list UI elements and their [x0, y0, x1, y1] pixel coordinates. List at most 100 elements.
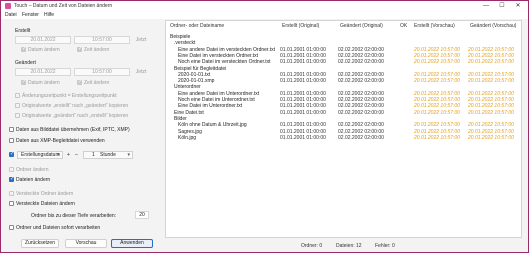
- created-cell: 01.01.2001 01:00:00: [280, 122, 326, 129]
- modified-date-change-checkbox[interactable]: [21, 79, 26, 85]
- chevron-down-icon: ▾: [57, 152, 60, 158]
- table-row[interactable]: Beispiele: [166, 34, 521, 40]
- file-name-cell: Köln.jpg: [178, 134, 197, 141]
- maximize-button[interactable]: ☐: [496, 2, 508, 10]
- created-cell: 01.01.2001 01:00:00: [280, 46, 326, 53]
- table-row[interactable]: Eine Datei im versteckten Ordner.txt 01.0…: [166, 53, 521, 59]
- copy-modified-to-created-checkbox[interactable]: [15, 113, 20, 118]
- created-time-field[interactable]: 10:57:00: [74, 36, 130, 44]
- file-name-cell: Eine andere Datei im versteckten Ordner.…: [178, 46, 275, 53]
- col-header-created-preview[interactable]: Erstellt (Vorschau): [414, 23, 455, 29]
- created-time-change-checkbox[interactable]: [77, 46, 82, 52]
- preview-button[interactable]: Vorschau: [65, 239, 107, 248]
- hidden-folders-checkbox[interactable]: [9, 191, 14, 196]
- modified-preview-cell: 20.01.2022 10:57:00: [468, 122, 514, 129]
- created-date-change-checkbox[interactable]: [21, 46, 26, 52]
- table-row[interactable]: Eine andere Datei im Unterordner.txt 01.0…: [166, 91, 521, 97]
- file-name-cell: Noch eine Datei im Unterordner.txt: [178, 97, 255, 103]
- file-name-cell: Beispiel für Begleitdatei: [174, 65, 227, 72]
- status-errors: Fehler: 0: [375, 243, 395, 249]
- offset-amount-select[interactable]: 1 Stunde ▾: [83, 151, 133, 159]
- modified-date-field[interactable]: 20.01.2022: [15, 68, 71, 76]
- depth-label: Ordner bis zu dieser Tiefe verarbeiten:: [31, 213, 117, 219]
- offset-value: 1: [92, 152, 95, 158]
- col-header-name[interactable]: Ordner- oder Dateiname: [170, 23, 224, 29]
- table-row[interactable]: Sagres.jpg 01.01.2001 01:00:00 02.02.2002 …: [166, 129, 521, 135]
- table-row[interactable]: Eine Datei.txt 01.01.2001 01:00:00 02.02.2…: [166, 110, 521, 116]
- table-row[interactable]: Beispiel für Begleitdatei: [166, 66, 521, 72]
- modified-preview-cell: 20.01.2022 10:57:00: [468, 90, 514, 97]
- col-header-modified[interactable]: Geändert (Original): [340, 23, 383, 29]
- file-name-cell: Beispiele: [170, 34, 191, 40]
- modified-cell: 02.02.2002 02:00:00: [338, 128, 384, 135]
- close-button[interactable]: ✕: [512, 2, 524, 10]
- modified-cell: 02.02.2002 02:00:00: [338, 71, 384, 78]
- title-bar: Touch – Datum und Zeit von Dateien änder…: [1, 1, 528, 11]
- table-row[interactable]: Eine Datei im Unterordner.txt 01.01.2001 …: [166, 103, 521, 109]
- modified-equals-created-checkbox[interactable]: [15, 93, 20, 98]
- created-date-field[interactable]: 20.01.2022: [15, 36, 71, 44]
- table-row[interactable]: Noch eine Datei im Unterordner.txt 01.01.…: [166, 97, 521, 103]
- modified-label: Geändert: [15, 60, 36, 66]
- table-row[interactable]: 2020-01-01.xmp 01.01.2001 01:00:00 02.02.2…: [166, 78, 521, 84]
- folders-checkbox[interactable]: [9, 167, 14, 172]
- minimize-button[interactable]: —: [480, 2, 492, 10]
- file-name-cell: 2020-01-01.xmp: [178, 78, 215, 85]
- menu-fenster[interactable]: Fenster: [22, 12, 39, 18]
- modified-time-field[interactable]: 10:57:00: [74, 68, 130, 76]
- file-name-cell: Eine Datei im Unterordner.txt: [178, 103, 243, 110]
- offset-sign-minus[interactable]: –: [75, 152, 78, 158]
- modified-preview-cell: 20.01.2022 10:57:00: [468, 128, 514, 135]
- col-header-modified-preview[interactable]: Geändert (Vorschau): [470, 23, 516, 29]
- table-row[interactable]: Unterordner: [166, 84, 521, 90]
- reset-button[interactable]: Zurücksetzen: [21, 239, 59, 248]
- offset-sign-plus[interactable]: +: [67, 152, 70, 158]
- apply-button[interactable]: Anwenden: [111, 239, 153, 248]
- created-cell: 01.01.2001 01:00:00: [280, 128, 326, 135]
- created-cell: 01.01.2001 01:00:00: [280, 97, 326, 103]
- xmp-label: Daten aus XMP-Begleitdatei verwenden: [16, 138, 105, 144]
- hidden-files-checkbox[interactable]: [9, 201, 14, 206]
- created-now-button[interactable]: Jetzt: [133, 36, 149, 44]
- table-row[interactable]: .versteckt: [166, 40, 521, 46]
- offset-checkbox[interactable]: [9, 151, 14, 157]
- created-preview-cell: 20.01.2022 10:57:00: [414, 46, 460, 53]
- table-row[interactable]: Köln ohne Datum & Uhrzeit.jpg 01.01.2001 …: [166, 122, 521, 128]
- modified-preview-cell: 20.01.2022 10:57:00: [468, 46, 514, 53]
- table-row[interactable]: Noch eine Datei im versteckten Ordner.tx…: [166, 59, 521, 65]
- hidden-folders-label: Versteckte Ordner ändern: [16, 191, 74, 197]
- modified-cell: 02.02.2002 02:00:00: [338, 122, 384, 129]
- copy-created-to-modified-checkbox[interactable]: [15, 103, 20, 108]
- table-row[interactable]: Eine andere Datei im versteckten Ordner.…: [166, 47, 521, 53]
- chevron-down-icon: ▾: [127, 152, 130, 158]
- file-grid[interactable]: Ordner- oder Dateiname Erstellt (Origina…: [165, 20, 522, 238]
- file-name-cell: Sagres.jpg: [178, 128, 202, 135]
- modified-now-button[interactable]: Jetzt: [133, 68, 149, 76]
- menu-datei[interactable]: Datei: [5, 12, 17, 18]
- created-preview-cell: 20.01.2022 10:57:00: [414, 103, 460, 110]
- col-header-ok[interactable]: OK: [400, 23, 407, 29]
- immediate-checkbox[interactable]: [9, 225, 14, 230]
- xmp-checkbox[interactable]: [9, 138, 14, 143]
- created-preview-cell: 20.01.2022 10:57:00: [414, 97, 460, 103]
- table-row[interactable]: Bilder: [166, 116, 521, 122]
- folders-label: Ordner ändern: [16, 167, 49, 173]
- menu-hilfe[interactable]: Hilfe: [44, 12, 54, 18]
- file-name-cell: Eine Datei.txt: [174, 109, 204, 116]
- modified-preview-cell: 20.01.2022 10:57:00: [468, 109, 514, 116]
- exif-checkbox[interactable]: [9, 127, 14, 132]
- depth-input[interactable]: 20: [135, 211, 149, 219]
- table-row[interactable]: 2020-01-01.txt 01.01.2001 01:00:00 02.02.2…: [166, 72, 521, 78]
- modified-cell: 02.02.2002 02:00:00: [338, 59, 384, 66]
- file-name-cell: .versteckt: [174, 40, 196, 47]
- col-header-created[interactable]: Erstellt (Original): [282, 23, 319, 29]
- table-row[interactable]: Köln.jpg 01.01.2001 01:00:00 02.02.2002 02…: [166, 135, 521, 141]
- files-checkbox[interactable]: [9, 176, 14, 182]
- modified-cell: 02.02.2002 02:00:00: [338, 90, 384, 97]
- offset-field-select[interactable]: Erstellungsdatum ▾: [17, 151, 63, 159]
- modified-time-change-checkbox[interactable]: [77, 79, 82, 85]
- created-cell: 01.01.2001 01:00:00: [280, 71, 326, 78]
- modified-preview-cell: 20.01.2022 10:57:00: [468, 59, 514, 66]
- created-preview-cell: 20.01.2022 10:57:00: [414, 128, 460, 135]
- created-preview-cell: 20.01.2022 10:57:00: [414, 109, 460, 116]
